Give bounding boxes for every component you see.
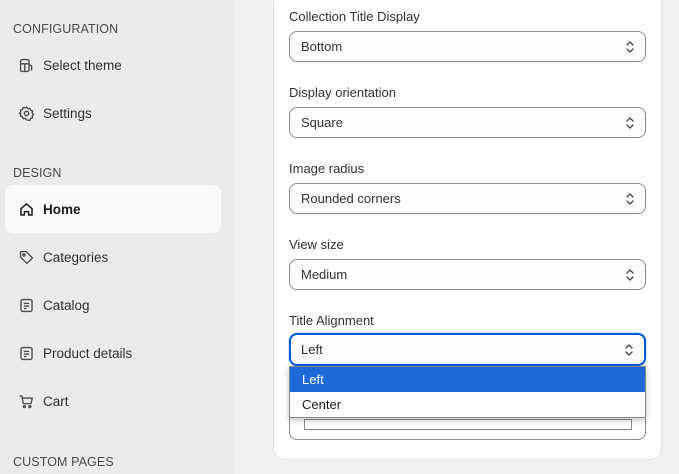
sidebar-item-label: Product details xyxy=(43,345,133,361)
sidebar-item-label: Categories xyxy=(43,249,109,265)
chevron-up-down-icon xyxy=(626,116,634,129)
dropdown-option-left[interactable]: Left xyxy=(290,367,645,392)
cart-icon xyxy=(17,392,35,410)
display-orientation-select[interactable]: Square xyxy=(289,107,646,138)
sidebar-item-label: Settings xyxy=(43,105,92,121)
sidebar: CONFIGURATION Select theme Settings DESI… xyxy=(0,0,233,474)
sidebar-item-home[interactable]: Home xyxy=(5,185,221,233)
title-alignment-dropdown: Left Center xyxy=(289,366,646,418)
chevron-up-down-icon xyxy=(625,343,633,356)
gear-icon xyxy=(17,104,35,122)
chevron-up-down-icon xyxy=(626,268,634,281)
tag-icon xyxy=(17,248,35,266)
view-size-select[interactable]: Medium xyxy=(289,259,646,290)
sidebar-item-settings[interactable]: Settings xyxy=(5,89,221,137)
image-radius-select[interactable]: Rounded corners xyxy=(289,183,646,214)
collection-title-display-label: Collection Title Display xyxy=(289,9,420,24)
section-title-custom-pages: CUSTOM PAGES xyxy=(13,455,114,469)
collection-title-display-select[interactable]: Bottom xyxy=(289,31,646,62)
chevron-up-down-icon xyxy=(626,40,634,53)
select-value: Bottom xyxy=(301,39,343,54)
home-icon xyxy=(17,200,35,218)
chevron-up-down-icon xyxy=(626,192,634,205)
main-panel: Collection Title Display Bottom Display … xyxy=(233,0,679,474)
sidebar-item-product-details[interactable]: Product details xyxy=(5,329,221,377)
select-value: Square xyxy=(301,115,343,130)
sidebar-item-catalog[interactable]: Catalog xyxy=(5,281,221,329)
title-alignment-select[interactable]: Left xyxy=(289,333,646,366)
theme-icon xyxy=(17,56,35,74)
display-orientation-label: Display orientation xyxy=(289,85,396,100)
section-title-configuration: CONFIGURATION xyxy=(13,22,119,36)
catalog-icon xyxy=(17,296,35,314)
select-value: Left xyxy=(301,342,323,357)
sidebar-item-label: Select theme xyxy=(43,57,122,73)
sidebar-item-select-theme[interactable]: Select theme xyxy=(5,41,221,89)
select-value: Medium xyxy=(301,267,348,282)
title-alignment-label: Title Alignment xyxy=(289,313,374,328)
sidebar-item-label: Home xyxy=(43,201,81,217)
select-value: Rounded corners xyxy=(301,191,401,206)
sidebar-item-categories[interactable]: Categories xyxy=(5,233,221,281)
view-size-label: View size xyxy=(289,237,344,252)
sidebar-item-label: Catalog xyxy=(43,297,90,313)
image-radius-label: Image radius xyxy=(289,161,365,176)
sidebar-item-label: Cart xyxy=(43,393,69,409)
dropdown-option-center[interactable]: Center xyxy=(290,392,645,417)
section-title-design: DESIGN xyxy=(13,166,62,180)
sidebar-item-cart[interactable]: Cart xyxy=(5,377,221,425)
color-swatch-input[interactable] xyxy=(304,419,632,430)
product-details-icon xyxy=(17,344,35,362)
